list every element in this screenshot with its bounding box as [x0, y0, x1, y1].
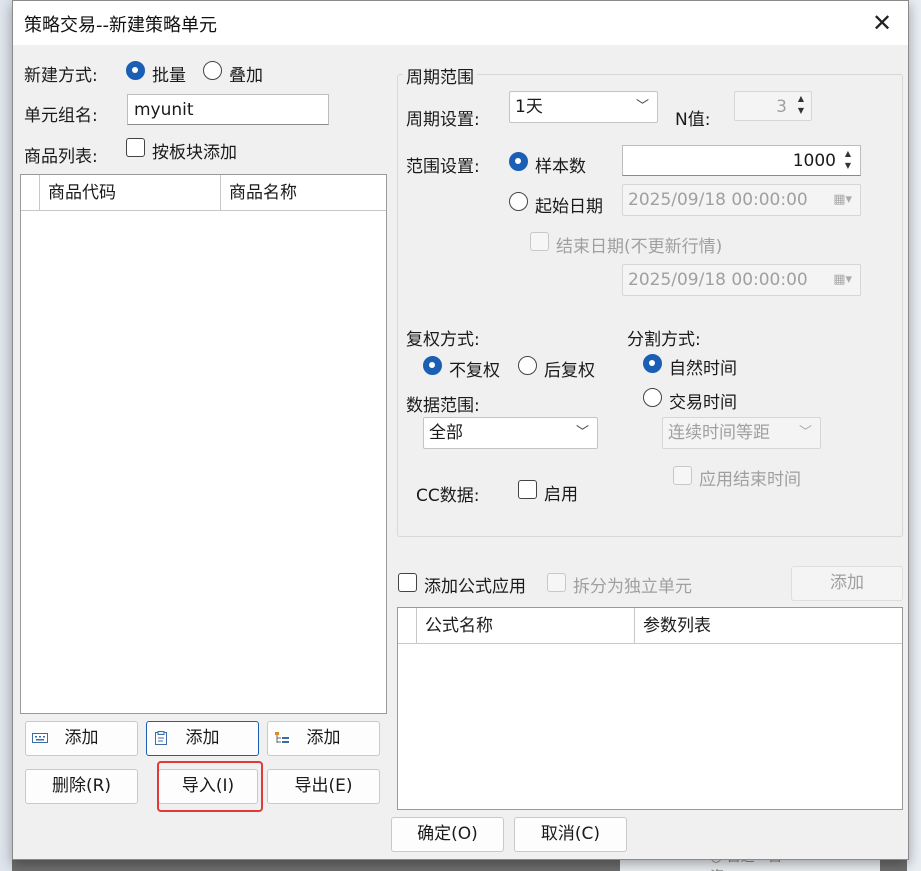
range-setting-label: 范围设置:: [406, 157, 480, 177]
spin-up-icon[interactable]: ▲: [792, 93, 810, 105]
import-highlight-box: [157, 761, 263, 812]
cc-enable-label[interactable]: 启用: [544, 480, 578, 505]
add-button-tree[interactable]: 添加: [267, 721, 380, 756]
ok-button[interactable]: 确定(O): [391, 817, 504, 852]
cc-data-label: CC数据:: [416, 486, 480, 506]
apply-end-time-label[interactable]: 应用结束时间: [699, 465, 801, 490]
trade-time-label[interactable]: 交易时间: [669, 388, 737, 413]
natural-time-radio[interactable]: [643, 354, 662, 373]
split-unit-checkbox[interactable]: [547, 573, 566, 592]
apply-end-time-checkbox[interactable]: [673, 466, 692, 485]
formula-table[interactable]: 公式名称 参数列表: [397, 607, 903, 810]
interval-mode-value: 连续时间等距: [668, 423, 770, 443]
data-range-select[interactable]: 全部 ﹀: [423, 417, 598, 449]
mode-overlay-radio[interactable]: [203, 61, 222, 80]
post-adjust-radio[interactable]: [518, 356, 537, 375]
background-app-right-strip: [907, 0, 921, 871]
spin-down-icon[interactable]: ▼: [792, 105, 810, 117]
chevron-down-icon: ﹀: [575, 425, 589, 440]
end-date-value: 2025/09/18 00:00:00: [628, 270, 808, 290]
column-product-name[interactable]: 商品名称: [220, 175, 386, 211]
dialog-title: 策略交易--新建策略单元: [24, 15, 217, 36]
calendar-icon: ▦▾: [833, 192, 852, 207]
column-product-code[interactable]: 商品代码: [39, 175, 221, 211]
sample-count-spin-buttons[interactable]: ▲ ▼: [839, 148, 857, 172]
delete-button[interactable]: 删除(R): [25, 769, 138, 804]
clipboard-icon: [155, 731, 167, 745]
n-value-value: 3: [776, 97, 787, 117]
add-button-clipboard[interactable]: 添加: [146, 721, 259, 756]
period-setting-select[interactable]: 1天 ﹀: [509, 91, 658, 123]
post-adjust-label[interactable]: 后复权: [544, 356, 595, 381]
start-date-radio[interactable]: [509, 192, 528, 211]
new-strategy-unit-dialog: 策略交易--新建策略单元 ✕ 新建方式: 批量 叠加 单元组名: myunit …: [12, 0, 909, 860]
export-button[interactable]: 导出(E): [267, 769, 380, 804]
split-unit-label[interactable]: 拆分为独立单元: [573, 572, 692, 597]
no-adjust-label[interactable]: 不复权: [449, 356, 500, 381]
start-date-picker[interactable]: 2025/09/18 00:00:00 ▦▾: [622, 184, 861, 216]
period-range-group: [397, 74, 903, 537]
interval-mode-select[interactable]: 连续时间等距 ﹀: [662, 417, 821, 449]
trade-time-radio[interactable]: [643, 388, 662, 407]
tree-list-icon: [275, 732, 289, 743]
chevron-down-icon: ﹀: [798, 425, 812, 440]
start-date-value: 2025/09/18 00:00:00: [628, 190, 808, 210]
unit-name-label: 单元组名:: [24, 106, 98, 126]
start-date-label[interactable]: 起始日期: [535, 192, 603, 217]
sample-count-input[interactable]: 1000: [622, 145, 861, 176]
formula-add-button[interactable]: 添加: [791, 566, 903, 601]
split-mode-label: 分割方式:: [627, 330, 701, 350]
n-value-spin-buttons[interactable]: ▲ ▼: [792, 93, 810, 117]
column-formula-name[interactable]: 公式名称: [416, 608, 634, 644]
product-list-label: 商品列表:: [24, 147, 98, 167]
sample-count-label[interactable]: 样本数: [535, 152, 586, 177]
create-mode-label: 新建方式:: [24, 66, 98, 86]
formula-table-header: 公式名称 参数列表: [398, 608, 902, 644]
keyboard-icon: [32, 733, 48, 743]
title-bar: 策略交易--新建策略单元 ✕: [13, 1, 908, 45]
end-date-picker[interactable]: 2025/09/18 00:00:00 ▦▾: [622, 264, 861, 296]
chevron-down-icon: ﹀: [635, 99, 649, 114]
natural-time-label[interactable]: 自然时间: [669, 354, 737, 379]
product-table[interactable]: 商品代码 商品名称: [20, 174, 387, 714]
spin-down-icon[interactable]: ▼: [839, 160, 857, 172]
spin-up-icon[interactable]: ▲: [839, 148, 857, 160]
mode-batch-label[interactable]: 批量: [152, 61, 186, 86]
add-button-tree-label: 添加: [306, 728, 341, 748]
n-value-label: N值:: [675, 110, 711, 130]
sample-count-radio[interactable]: [509, 152, 528, 171]
mode-batch-radio[interactable]: [126, 61, 145, 80]
add-formula-checkbox[interactable]: [398, 573, 417, 592]
add-by-sector-label[interactable]: 按板块添加: [152, 138, 237, 163]
data-range-label: 数据范围:: [406, 396, 480, 416]
adjust-mode-label: 复权方式:: [406, 330, 480, 350]
cc-enable-checkbox[interactable]: [518, 480, 537, 499]
period-range-group-title: 周期范围: [403, 63, 477, 88]
end-date-label[interactable]: 结束日期(不更新行情): [556, 232, 722, 257]
add-button-keyboard[interactable]: 添加: [25, 721, 138, 756]
end-date-checkbox[interactable]: [530, 232, 549, 251]
calendar-icon: ▦▾: [833, 272, 852, 287]
period-setting-value: 1天: [515, 97, 543, 117]
cancel-button[interactable]: 取消(C): [514, 817, 627, 852]
close-button[interactable]: ✕: [866, 7, 898, 39]
mode-overlay-label[interactable]: 叠加: [229, 61, 263, 86]
no-adjust-radio[interactable]: [423, 356, 442, 375]
product-table-header: 商品代码 商品名称: [21, 175, 386, 211]
data-range-value: 全部: [429, 423, 463, 443]
column-param-list[interactable]: 参数列表: [634, 608, 902, 644]
add-formula-label[interactable]: 添加公式应用: [424, 572, 526, 597]
period-setting-label: 周期设置:: [406, 110, 480, 130]
close-icon: ✕: [871, 9, 893, 37]
add-by-sector-checkbox[interactable]: [126, 138, 145, 157]
unit-name-input[interactable]: myunit: [127, 94, 329, 125]
add-button-keyboard-label: 添加: [64, 728, 99, 748]
background-app-left-strip: [0, 0, 12, 871]
add-button-clipboard-label: 添加: [185, 728, 220, 748]
